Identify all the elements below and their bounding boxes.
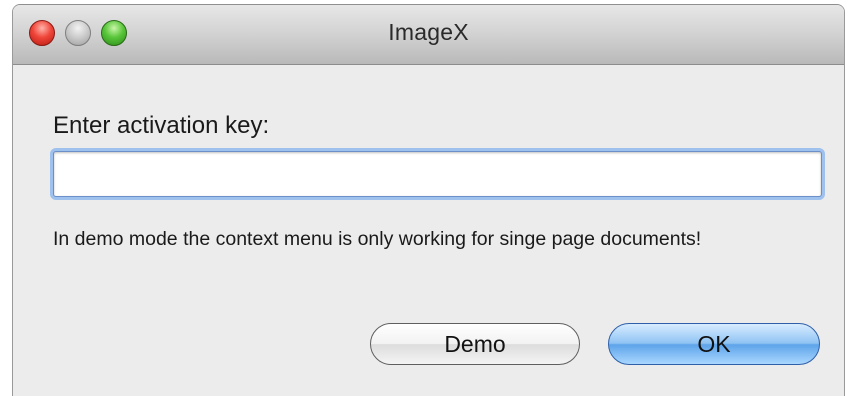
ok-button[interactable]: OK xyxy=(608,323,820,365)
activation-dialog-window: ImageX Enter activation key: In demo mod… xyxy=(12,4,845,396)
window-title: ImageX xyxy=(388,19,469,45)
activation-key-label: Enter activation key: xyxy=(53,112,270,139)
demo-button[interactable]: Demo xyxy=(370,323,580,365)
activation-key-input[interactable] xyxy=(53,151,822,197)
demo-mode-note: In demo mode the context menu is only wo… xyxy=(53,228,702,250)
title-bar[interactable]: ImageX xyxy=(13,5,844,65)
